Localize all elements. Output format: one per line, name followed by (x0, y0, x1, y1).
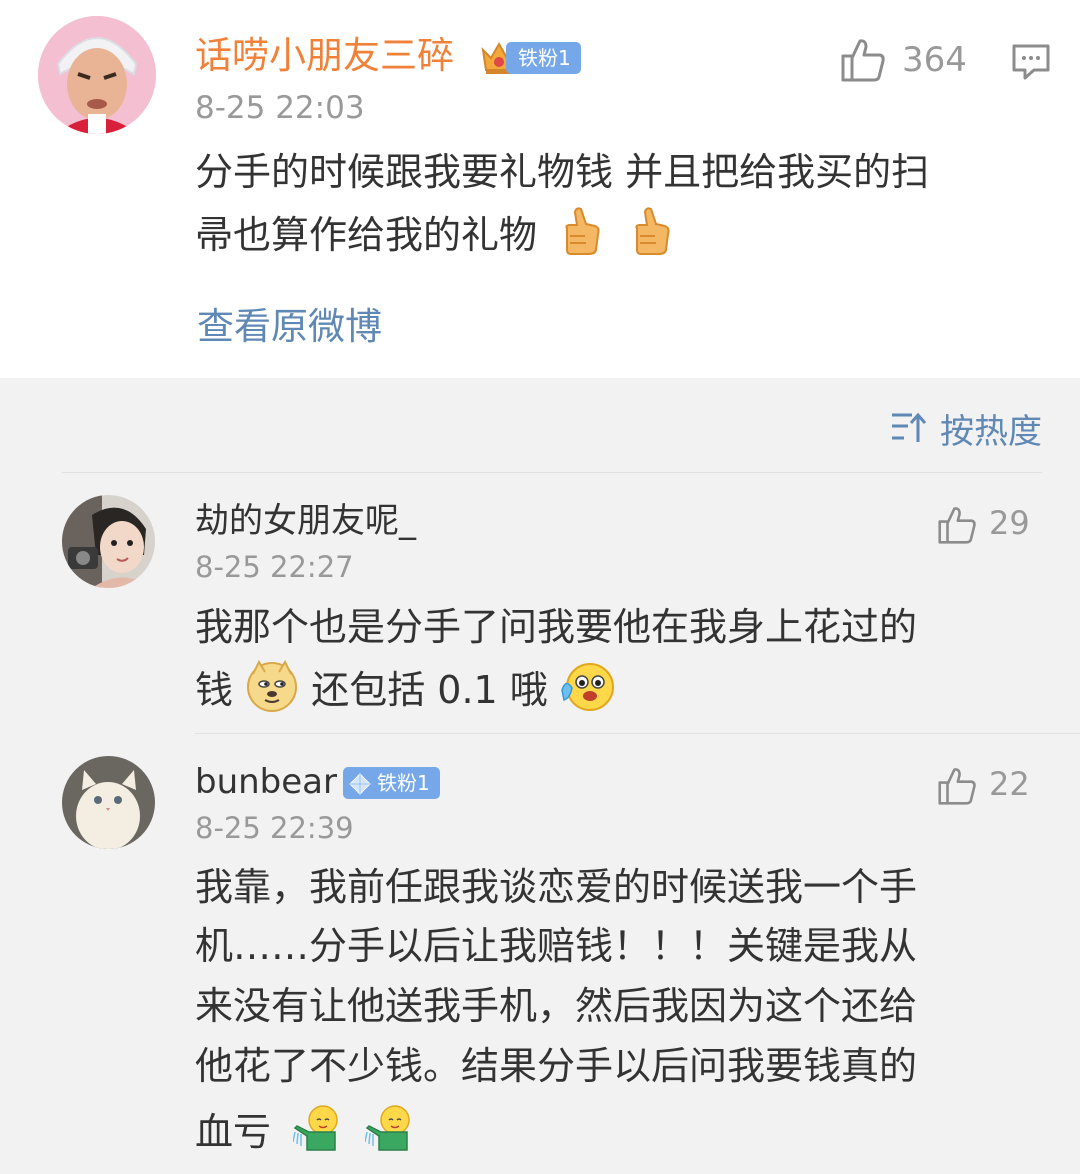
thumbs-up-emoji (559, 206, 603, 269)
fan-badge-label: 铁粉1 (518, 46, 571, 70)
comment-author-name[interactable]: bunbear (195, 761, 337, 803)
comment-timestamp: 8-25 22:27 (195, 550, 354, 584)
comment-author-avatar[interactable] (62, 756, 155, 849)
comment-timestamp: 8-25 22:39 (195, 811, 354, 845)
divider (62, 472, 1042, 473)
sort-label: 按热度 (940, 412, 1042, 452)
thumbs-up-emoji (629, 206, 673, 269)
watering-can-emoji (364, 1102, 417, 1167)
comment-icon[interactable] (1011, 42, 1051, 86)
comment-text-line-2: 钱 还包括 0.1 哦 (195, 659, 618, 725)
comment-text-line-1: 我那个也是分手了问我要他在我身上花过的 (195, 605, 918, 649)
post-text-line-1: 分手的时候跟我要礼物钱 并且把给我买的扫 (195, 150, 930, 194)
view-original-weibo-link[interactable]: 查看原微博 (197, 296, 382, 350)
doge-emoji (245, 659, 299, 725)
comment-text-line-4: 他花了不少钱。结果分手以后问我要钱真的 (195, 1044, 918, 1088)
post-like-count: 364 (902, 40, 967, 80)
comment-text-line-2: 机……分手以后让我赔钱！！！关键是我从 (195, 924, 918, 968)
original-post-card: 话唠小朋友三碎 铁粉1 364 8-25 22:03 分手的时候跟我要礼物钱 并… (0, 0, 1080, 378)
post-author-name[interactable]: 话唠小朋友三碎 (195, 34, 454, 78)
diamond-icon (349, 772, 371, 804)
comment-text-line-1: 我靠，我前任跟我谈恋爱的时候送我一个手 (195, 865, 918, 909)
thumbs-up-outline-icon (937, 767, 977, 809)
comment-text-line-3: 来没有让他送我手机，然后我因为这个还给 (195, 984, 918, 1028)
comment-like-count: 22 (989, 765, 1030, 803)
comment-text-line-5: 血亏 (195, 1102, 417, 1167)
comment-author-name[interactable]: 劫的女朋友呢_ (195, 500, 416, 542)
comment-text-part-a: 钱 (195, 668, 234, 712)
watering-can-emoji (292, 1102, 345, 1167)
thumbs-up-outline-icon (937, 506, 977, 548)
comment-text-line-5-text: 血亏 (195, 1110, 272, 1154)
post-text-line-2: 帚也算作给我的礼物 (195, 206, 673, 269)
sort-icon (890, 410, 927, 448)
comment-like-count: 29 (989, 504, 1030, 542)
divider (195, 733, 1080, 734)
post-timestamp: 8-25 22:03 (195, 90, 365, 126)
comment-text-part-b: 还包括 0.1 哦 (311, 668, 548, 712)
post-author-avatar[interactable] (38, 16, 156, 134)
fan-badge-label: 铁粉1 (377, 771, 430, 795)
fan-level-badge: 铁粉1 (343, 767, 440, 799)
fan-level-badge: 铁粉1 (506, 42, 581, 74)
comment-author-avatar[interactable] (62, 495, 155, 588)
tearful-emoji (560, 660, 618, 725)
post-text-line-2-text: 帚也算作给我的礼物 (195, 213, 538, 257)
thumbs-up-outline-icon (840, 38, 886, 86)
